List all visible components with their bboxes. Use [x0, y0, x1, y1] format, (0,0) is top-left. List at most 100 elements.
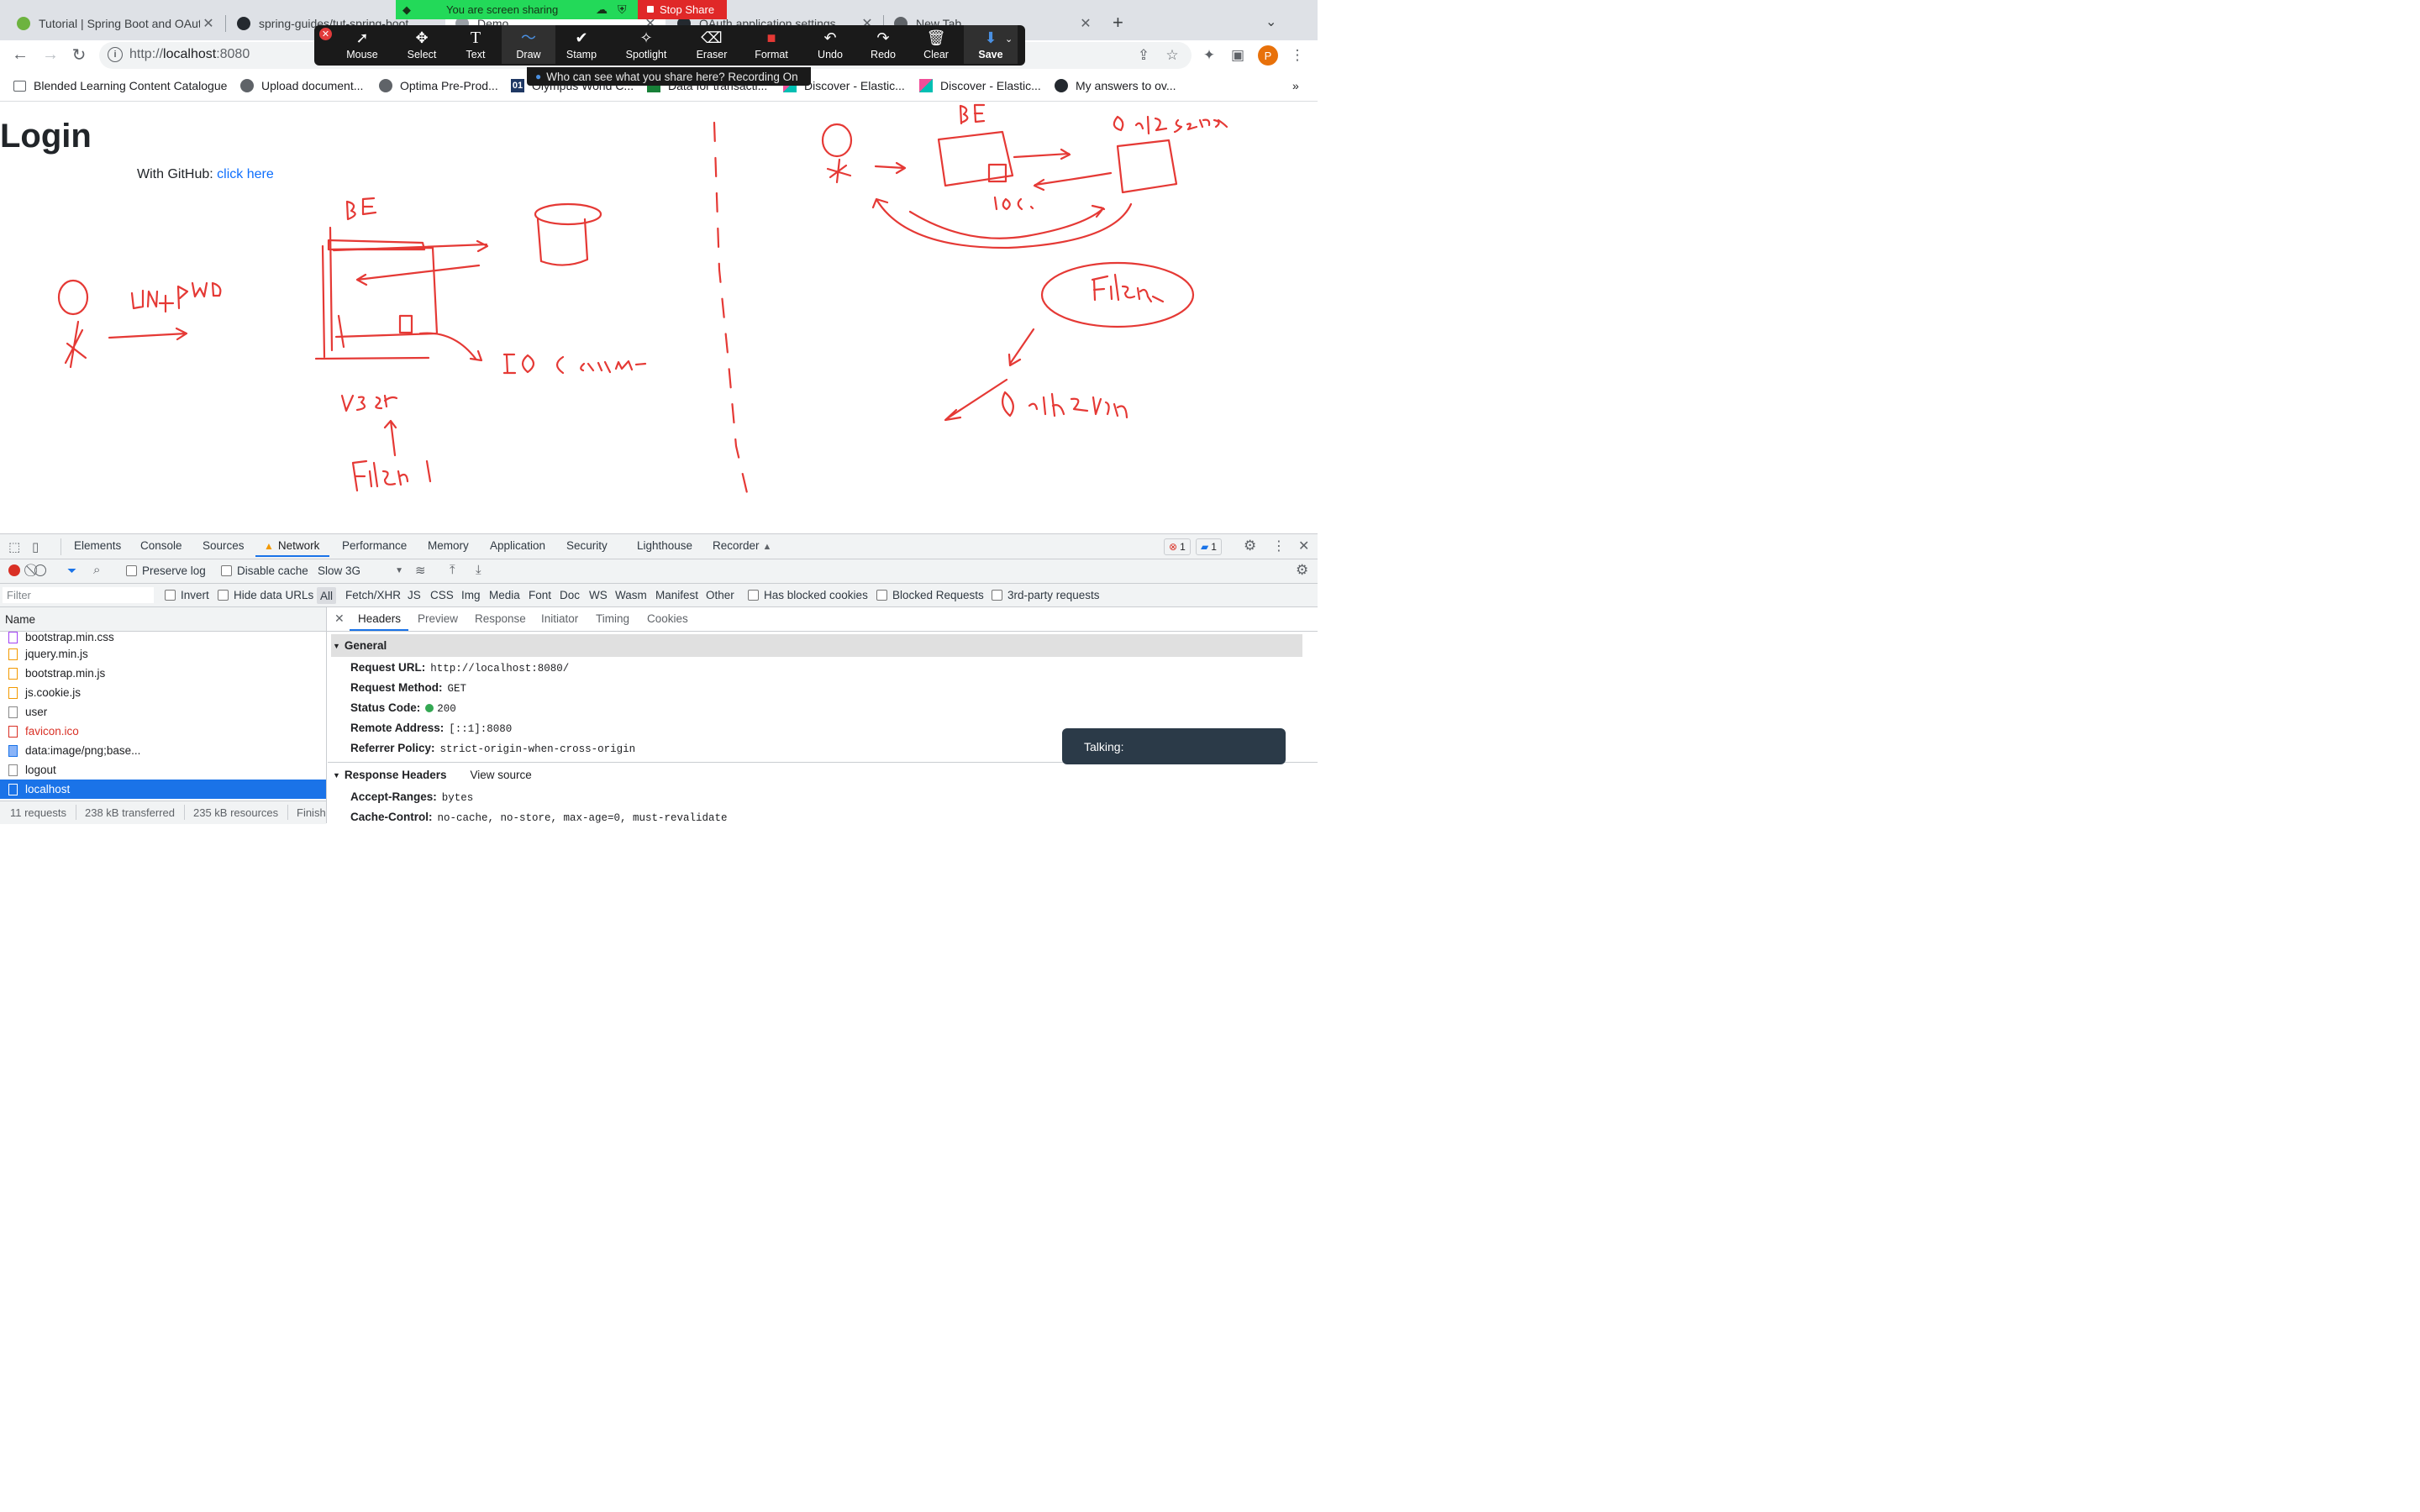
request-row[interactable]: data:image/png;base... [0, 741, 326, 760]
tab-search-chevron-icon[interactable]: ⌄ [1265, 13, 1276, 30]
request-row[interactable]: logout [0, 760, 326, 780]
tab-spring-tutorial[interactable]: Tutorial | Spring Boot and OAut ✕ [7, 7, 224, 40]
close-detail-icon[interactable]: ✕ [334, 612, 345, 626]
tab-network[interactable]: ▲ Network [264, 539, 319, 552]
close-devtools-icon[interactable]: ✕ [1298, 538, 1309, 554]
screen-sharing-banner[interactable]: ◆ You are screen sharing ☁ ⛨ [396, 0, 638, 19]
filter-type-font[interactable]: Font [529, 589, 551, 601]
export-har-icon[interactable]: ⤓ [476, 563, 481, 577]
url-text[interactable]: http://localhost:8080 [129, 47, 250, 62]
tool-mouse[interactable]: ➚ Mouse [335, 25, 389, 64]
filter-type-other[interactable]: Other [706, 589, 734, 601]
tab-application[interactable]: Application [490, 539, 545, 552]
filter-type-css[interactable]: CSS [430, 589, 454, 601]
filter-type-all[interactable]: All [317, 587, 337, 604]
general-section-header[interactable]: ▼ General [331, 634, 1302, 657]
tab-lighthouse[interactable]: Lighthouse [637, 539, 692, 552]
third-party-requests-checkbox[interactable]: 3rd-party requests [992, 589, 1100, 601]
tool-spotlight[interactable]: ✧ Spotlight [619, 25, 673, 64]
tab-sources[interactable]: Sources [203, 539, 245, 552]
network-settings-gear-icon[interactable]: ⚙ [1296, 562, 1308, 579]
filter-type-ws[interactable]: WS [589, 589, 608, 601]
filter-type-manifest[interactable]: Manifest [655, 589, 698, 601]
bookmark-item[interactable]: Blended Learning Content Catalogue [13, 79, 227, 92]
request-row[interactable]: user [0, 702, 326, 722]
bookmark-item[interactable]: Optima Pre-Prod... [379, 79, 498, 92]
errors-badge[interactable]: ⊗ 1 [1164, 538, 1191, 555]
tab-initiator[interactable]: Initiator [541, 612, 578, 625]
tool-select[interactable]: ✥ Select [395, 25, 449, 64]
tab-performance[interactable]: Performance [342, 539, 407, 552]
disable-cache-checkbox[interactable]: Disable cache [221, 564, 308, 577]
invert-checkbox[interactable]: Invert [165, 589, 209, 601]
search-icon[interactable]: ⌕ [93, 563, 100, 577]
inspect-element-icon[interactable]: ⬚ [8, 539, 20, 554]
device-toolbar-icon[interactable]: ▯ [32, 539, 39, 554]
messages-badge[interactable]: ▰ 1 [1196, 538, 1222, 555]
tab-preview[interactable]: Preview [418, 612, 458, 625]
extensions-puzzle-icon[interactable]: ✦ [1200, 46, 1218, 65]
hide-data-urls-checkbox[interactable]: Hide data URLs [218, 589, 313, 601]
view-source-link[interactable]: View source [470, 769, 531, 781]
filter-type-media[interactable]: Media [489, 589, 520, 601]
profile-avatar[interactable]: P [1258, 45, 1278, 66]
more-menu-icon[interactable]: ⋮ [1288, 46, 1307, 65]
tab-console[interactable]: Console [140, 539, 182, 552]
tool-draw[interactable]: 〜 Draw [502, 25, 555, 64]
throttling-select[interactable]: Slow 3G ▼ [318, 564, 403, 577]
settings-gear-icon[interactable]: ⚙ [1244, 538, 1256, 554]
record-icon[interactable] [8, 564, 20, 576]
filter-type-wasm[interactable]: Wasm [615, 589, 647, 601]
tab-cookies[interactable]: Cookies [647, 612, 688, 625]
tab-memory[interactable]: Memory [428, 539, 469, 552]
filter-type-img[interactable]: Img [461, 589, 481, 601]
tool-redo[interactable]: ↷ Redo [856, 25, 910, 64]
bookmark-item[interactable]: My answers to ov... [1055, 79, 1176, 92]
tab-response[interactable]: Response [475, 612, 526, 625]
tool-clear[interactable]: 🗑 Clear [909, 25, 963, 64]
request-row[interactable]: jquery.min.js [0, 644, 326, 664]
tab-security[interactable]: Security [566, 539, 608, 552]
bookmark-item[interactable]: Upload document... [240, 79, 363, 92]
side-panel-icon[interactable]: ▣ [1228, 46, 1247, 65]
bookmark-item[interactable]: Discover - Elastic... [919, 79, 1041, 92]
new-tab-plus-icon[interactable]: + [1113, 12, 1123, 34]
request-row[interactable]: bootstrap.min.css [0, 632, 326, 643]
save-options-chevron-icon[interactable]: ⌄ [1005, 34, 1013, 45]
import-har-icon[interactable]: ⤒ [450, 563, 455, 577]
tool-text[interactable]: T Text [449, 25, 502, 64]
forward-arrow-icon[interactable]: → [39, 43, 62, 66]
response-headers-section-header[interactable]: ▼ Response Headers View source [331, 764, 1302, 786]
blocked-requests-checkbox[interactable]: Blocked Requests [876, 589, 984, 601]
request-row-selected[interactable]: localhost [0, 780, 326, 799]
close-icon[interactable]: ✕ [1077, 15, 1094, 32]
share-icon[interactable]: ⇪ [1134, 46, 1153, 65]
filter-type-doc[interactable]: Doc [560, 589, 580, 601]
info-icon[interactable]: i [108, 47, 123, 62]
more-options-icon[interactable]: ⋮ [1272, 538, 1286, 554]
bookmark-star-icon[interactable]: ☆ [1163, 46, 1181, 65]
reload-icon[interactable]: ↻ [67, 43, 91, 66]
more-bookmarks-icon[interactable]: » [1292, 79, 1299, 92]
tab-elements[interactable]: Elements [74, 539, 121, 552]
tool-stamp[interactable]: ✔ Stamp [555, 25, 608, 64]
request-row[interactable]: js.cookie.js [0, 683, 326, 702]
recording-tooltip[interactable]: ● Who can see what you share here? Recor… [527, 67, 811, 86]
tool-save[interactable]: ⬇ Save [964, 25, 1018, 64]
close-icon[interactable]: ✕ [200, 15, 217, 32]
tool-eraser[interactable]: ⌫ Eraser [685, 25, 739, 64]
back-arrow-icon[interactable]: ← [8, 43, 32, 66]
tab-timing[interactable]: Timing [596, 612, 629, 625]
close-annotation-icon[interactable]: ✕ [319, 28, 332, 40]
preserve-log-checkbox[interactable]: Preserve log [126, 564, 206, 577]
network-conditions-icon[interactable]: ≋ [415, 563, 426, 578]
has-blocked-cookies-checkbox[interactable]: Has blocked cookies [748, 589, 868, 601]
request-row[interactable]: bootstrap.min.js [0, 664, 326, 683]
tab-headers[interactable]: Headers [358, 612, 401, 625]
tool-undo[interactable]: ↶ Undo [803, 25, 857, 64]
filter-input[interactable]: Filter [3, 587, 154, 603]
filter-funnel-icon[interactable]: ⏷ [67, 564, 76, 578]
name-column-header[interactable]: Name [0, 607, 326, 632]
tab-recorder[interactable]: Recorder ▲ [713, 539, 771, 552]
stop-share-button[interactable]: Stop Share [638, 0, 727, 19]
